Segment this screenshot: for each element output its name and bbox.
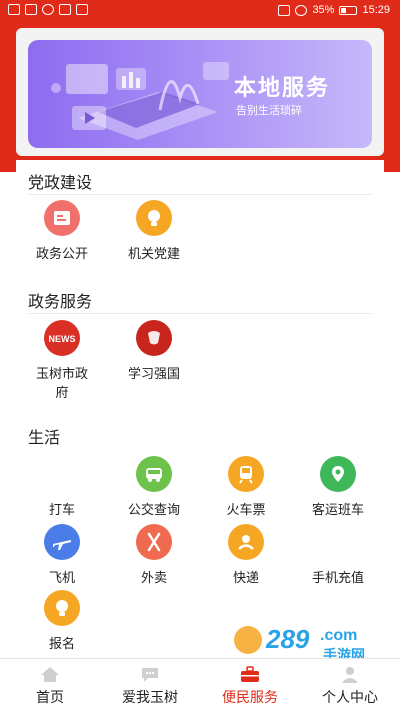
alarm-icon	[295, 4, 308, 16]
service-tile-gov-open[interactable]: 政务公开	[16, 200, 108, 263]
utensils-icon	[136, 524, 172, 560]
divider	[28, 194, 372, 195]
phone-icon	[320, 524, 356, 560]
nav-love-yushu[interactable]: 爱我玉树	[100, 659, 200, 711]
xuexi-icon	[136, 320, 172, 356]
section-title-life: 生活	[28, 430, 61, 447]
banner-title: 本地服务	[234, 75, 331, 100]
battery-icon	[339, 5, 358, 15]
divider	[28, 313, 372, 314]
tile-label: 火车票	[226, 502, 266, 517]
tile-label: 报名	[48, 636, 75, 651]
wifi-icon	[42, 4, 54, 15]
nav-services[interactable]: 便民服务	[200, 659, 300, 711]
service-tile-xuexi[interactable]: 学习强国	[108, 320, 200, 383]
tile-label: 飞机	[48, 570, 75, 585]
sim-icon	[8, 4, 20, 15]
service-tile-express[interactable]: 快递	[200, 524, 292, 587]
app-icon	[76, 4, 88, 15]
tile-label: 外卖	[140, 570, 167, 585]
service-tile-bus[interactable]: 公交查询	[108, 456, 200, 519]
document-list-icon	[44, 200, 80, 236]
banner-illustration	[51, 62, 229, 140]
banner-subtitle: 告别生活琐碎	[236, 105, 302, 117]
service-tile-flight[interactable]: 飞机	[16, 524, 108, 587]
tile-label: 公交查询	[127, 502, 180, 517]
service-tile-signup[interactable]: 报名	[16, 590, 108, 653]
service-tile-phone-topup[interactable]: 手机充值	[292, 524, 384, 587]
vibrate-icon	[278, 4, 291, 16]
nav-label: 个人中心	[322, 689, 378, 705]
taxi-icon	[44, 456, 80, 492]
map-pin-icon	[320, 456, 356, 492]
tile-label: 玉树市政府	[35, 366, 88, 400]
lightbulb-icon	[136, 200, 172, 236]
notification-icon	[59, 4, 71, 15]
svg-text:289: 289	[265, 624, 310, 654]
tile-label: 政务公开	[35, 246, 88, 261]
tile-label: 客运班车	[311, 502, 364, 517]
nav-home[interactable]: 首页	[0, 659, 100, 711]
battery-percent: 35%	[312, 4, 335, 16]
lightbulb-icon	[44, 590, 80, 626]
tile-label: 机关党建	[127, 246, 180, 261]
service-tile-taxi[interactable]: 打车	[16, 456, 108, 519]
train-icon	[228, 456, 264, 492]
chat-icon	[142, 668, 158, 682]
delivery-icon	[228, 524, 264, 560]
toolbox-icon	[241, 666, 259, 682]
service-tile-party-building[interactable]: 机关党建	[108, 200, 200, 263]
news-icon: NEWS	[44, 320, 80, 356]
nav-profile[interactable]: 个人中心	[300, 659, 400, 711]
nav-label: 爱我玉树	[122, 689, 178, 705]
user-icon	[342, 667, 358, 683]
signal-icon	[25, 4, 37, 15]
tile-label: 快递	[232, 570, 259, 585]
section-title-party: 党政建设	[28, 175, 93, 192]
nav-label: 便民服务	[222, 689, 278, 705]
service-tile-takeout[interactable]: 外卖	[108, 524, 200, 587]
tile-label: 学习强国	[127, 366, 180, 381]
tile-label: 打车	[48, 502, 75, 517]
bus-icon	[136, 456, 172, 492]
home-icon	[41, 667, 59, 682]
airplane-icon	[44, 524, 80, 560]
service-tile-coach[interactable]: 客运班车	[292, 456, 384, 519]
service-tile-train[interactable]: 火车票	[200, 456, 292, 519]
service-banner[interactable]: 本地服务 告别生活琐碎	[28, 40, 372, 148]
services-list: 党政建设 政务公开 机关党建 政务服务 NEWS 玉树市政府 学习强国 生活 打…	[16, 160, 384, 658]
tile-label: 手机充值	[311, 570, 364, 585]
clock: 15:29	[362, 4, 390, 16]
svg-text:NEWS: NEWS	[49, 334, 76, 344]
status-bar: 35% 15:29	[0, 0, 400, 22]
section-title-gov-services: 政务服务	[28, 294, 93, 311]
nav-label: 首页	[36, 689, 64, 705]
bottom-nav: 首页 爱我玉树 便民服务 个人中心	[0, 658, 400, 711]
service-tile-yushu-gov[interactable]: NEWS 玉树市政府	[16, 320, 108, 402]
svg-text:.com: .com	[320, 627, 357, 644]
